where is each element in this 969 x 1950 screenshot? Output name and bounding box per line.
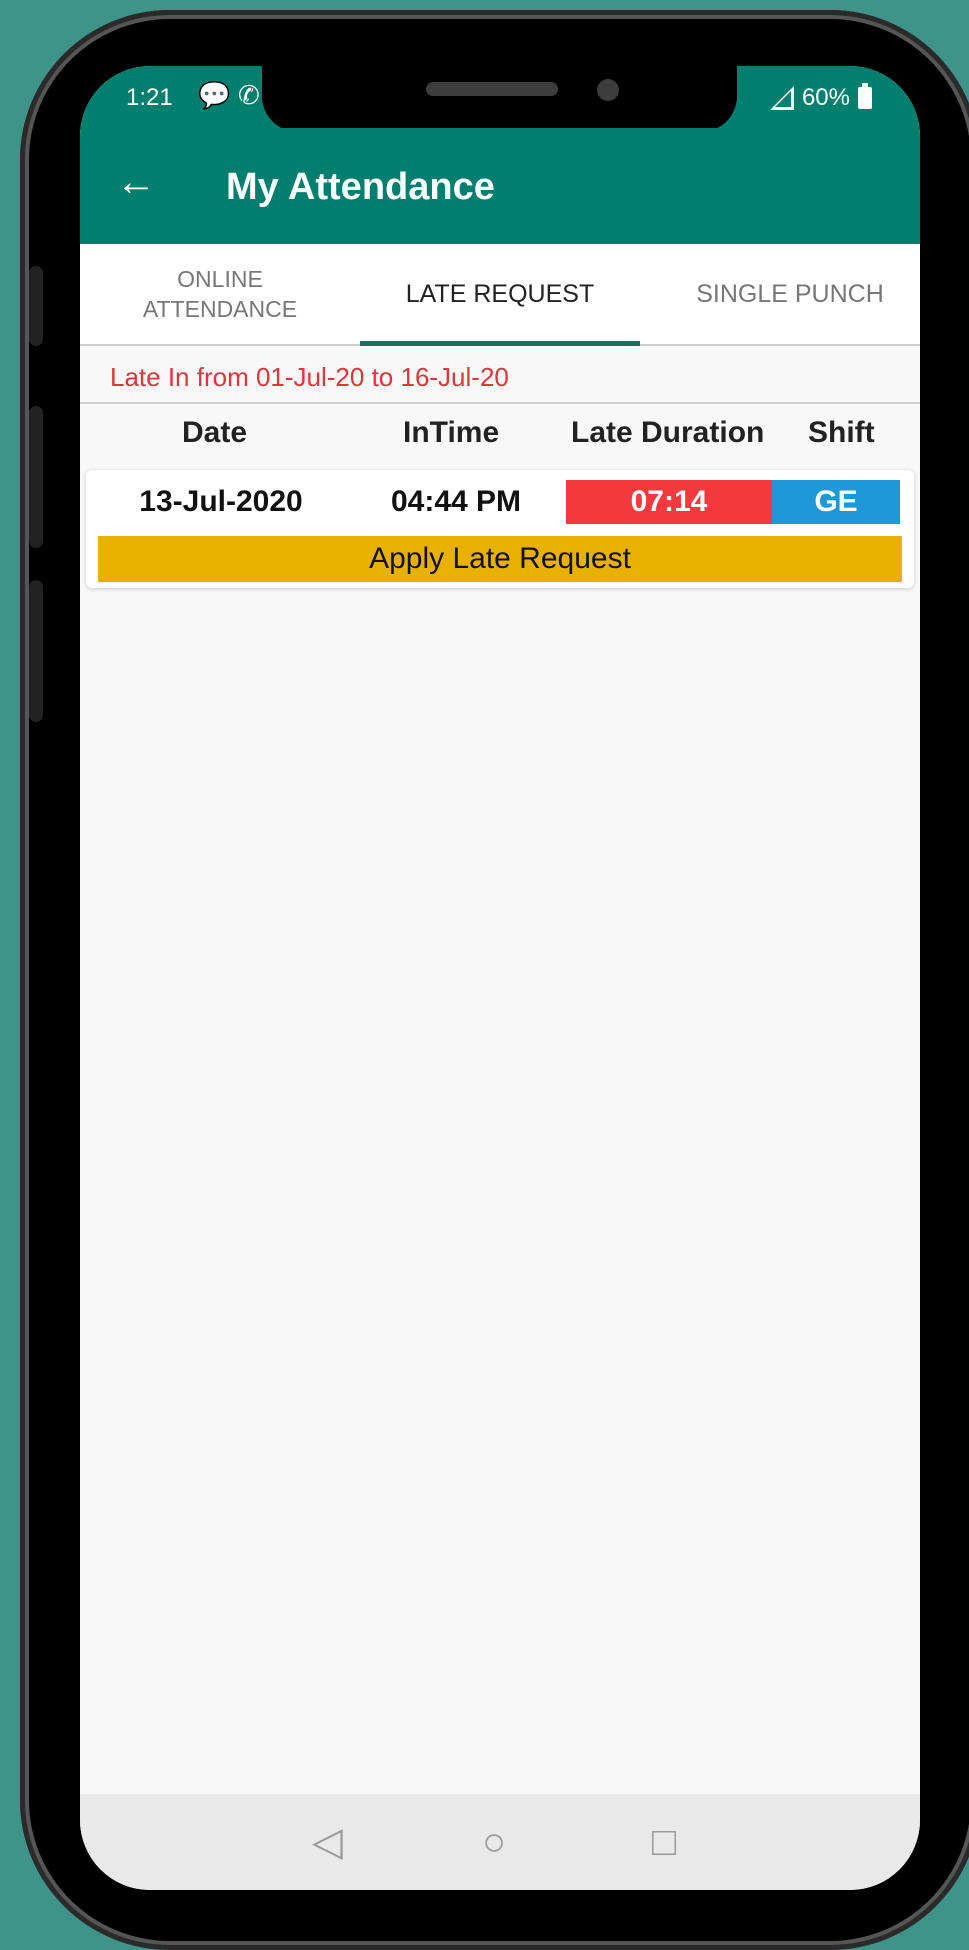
entry-shift: GE — [772, 480, 900, 524]
tab-online-attendance[interactable]: ONLINE ATTENDANCE — [80, 244, 360, 344]
arrow-left-icon[interactable]: ← — [116, 162, 156, 202]
signal-icon — [769, 86, 794, 110]
active-tab-indicator — [360, 341, 640, 346]
side-button — [29, 580, 43, 722]
header-late-duration: Late Duration — [571, 416, 765, 449]
screen: 1:21 💬 ✆ 60% ← My Attendance ONLINE ATTE… — [80, 66, 920, 1890]
status-time: 1:21 — [126, 84, 173, 111]
entry-late-duration: 07:14 — [566, 480, 772, 524]
status-right: 60% — [769, 83, 872, 112]
whatsapp-icon: ✆ — [238, 80, 260, 110]
tab-single-punch[interactable]: SINGLE PUNCH — [640, 244, 920, 344]
back-triangle-icon[interactable]: ◁ — [312, 1822, 343, 1862]
home-circle-icon[interactable]: ○ — [482, 1822, 506, 1862]
recents-square-icon[interactable]: □ — [652, 1822, 676, 1862]
apply-late-request-button[interactable]: Apply Late Request — [98, 536, 902, 582]
message-icon: 💬 — [198, 80, 231, 110]
tab-late-request[interactable]: LATE REQUEST — [360, 244, 640, 344]
front-camera — [597, 79, 619, 101]
entry-intime: 04:44 PM — [390, 485, 522, 518]
navigation-bar: ◁ ○ □ — [80, 1794, 920, 1890]
entry-date: 13-Jul-2020 — [139, 485, 303, 518]
camera-notch — [262, 66, 737, 132]
date-range-text: Late In from 01-Jul-20 to 16-Jul-20 — [110, 362, 509, 392]
late-entry-card: 13-Jul-2020 04:44 PM 07:14 GE Apply Late… — [86, 470, 914, 588]
header-shift: Shift — [808, 416, 875, 449]
page-title: My Attendance — [226, 166, 495, 208]
side-button — [29, 406, 43, 548]
header-date: Date — [182, 416, 248, 449]
battery-icon — [858, 83, 872, 109]
app-bar: ← My Attendance — [80, 128, 920, 244]
side-button — [29, 266, 43, 346]
speaker-grille — [426, 82, 558, 96]
divider — [80, 402, 920, 404]
battery-percent: 60% — [801, 84, 850, 111]
header-intime: InTime — [403, 416, 500, 449]
tab-bar: ONLINE ATTENDANCE LATE REQUEST SINGLE PU… — [80, 244, 920, 346]
